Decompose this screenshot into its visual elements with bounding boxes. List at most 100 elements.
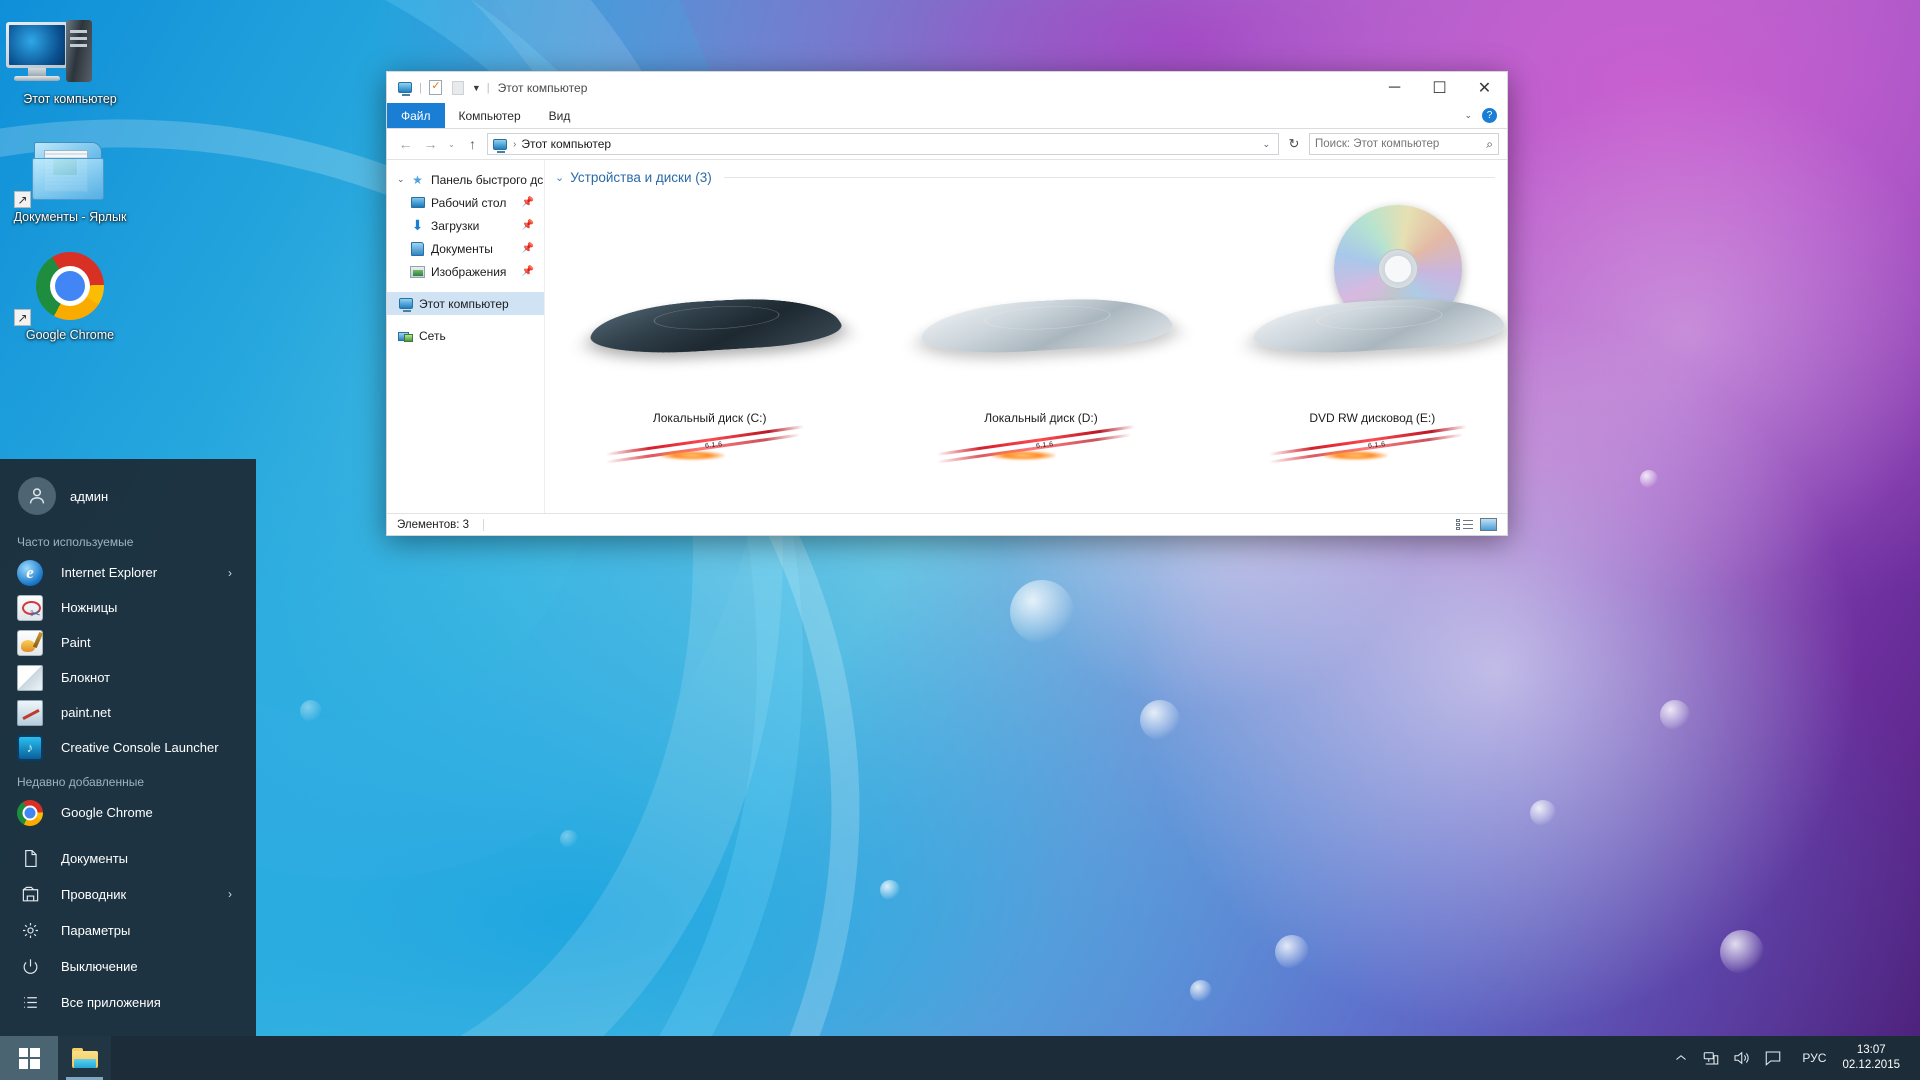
up-button[interactable]: ↑ [462, 134, 483, 155]
start-menu-item-all-apps[interactable]: Все приложения [0, 984, 256, 1020]
nav-item-pictures[interactable]: Изображения 📌 [387, 260, 544, 283]
search-box[interactable]: ⌕ [1309, 133, 1499, 155]
network-icon[interactable] [1696, 1036, 1726, 1080]
start-menu-item-label: Документы [61, 850, 129, 866]
view-mode-buttons [1456, 517, 1497, 532]
expand-ribbon-chevron-icon[interactable]: ⌄ [1464, 110, 1472, 121]
start-menu-item-notepad[interactable]: Блокнот [0, 660, 256, 695]
chevron-right-icon[interactable]: › [228, 887, 232, 901]
start-menu-item-internet-explorer[interactable]: e Internet Explorer › [0, 555, 256, 590]
close-button[interactable]: ✕ [1462, 72, 1507, 103]
drive-label: DVD RW дисковод (E:) [1309, 411, 1436, 425]
file-list-area[interactable]: ⌄ Устройства и диски (3) 6.1.6 Локальный… [545, 160, 1507, 513]
pin-icon[interactable]: 📌 [522, 266, 534, 277]
start-menu-item-google-chrome[interactable]: Google Chrome [0, 795, 256, 830]
pin-icon[interactable]: 📌 [522, 243, 534, 254]
show-hidden-icons-chevron[interactable] [1666, 1036, 1696, 1080]
frequent-apps-header: Часто используемые [17, 535, 134, 549]
toolbar-separator: | [486, 81, 490, 94]
drive-item-d[interactable]: 6.1.6 Локальный диск (D:) [906, 199, 1185, 464]
nav-item-downloads[interactable]: ⬇ Загрузки 📌 [387, 214, 544, 237]
notepad-icon [17, 664, 43, 691]
twisty-icon[interactable]: ⌄ [397, 174, 409, 185]
desktop-icon-google-chrome[interactable]: ↗ Google Chrome [0, 250, 140, 342]
drive-item-c[interactable]: 6.1.6 Локальный диск (C:) [575, 199, 854, 464]
properties-check-icon[interactable] [428, 79, 444, 96]
nav-item-network[interactable]: Сеть [387, 324, 544, 347]
drive-badge-text: 6.1.6 [1367, 441, 1386, 450]
drive-item-e[interactable]: 6.1.6 DVD RW дисковод (E:) [1238, 194, 1507, 464]
start-menu-item-documents[interactable]: Документы [0, 840, 256, 876]
taskbar: РУС 13:07 02.12.2015 [0, 1036, 1920, 1080]
user-avatar-icon [18, 477, 56, 515]
start-menu-item-paint[interactable]: Paint [0, 625, 256, 660]
chevron-right-icon[interactable]: › [228, 566, 232, 580]
dvd-drive-icon: 6.1.6 [1238, 194, 1507, 464]
desktop-icon-label: Google Chrome [25, 328, 115, 342]
desktop-icon-label: Документы - Ярлык [13, 210, 127, 224]
action-center-icon[interactable] [1756, 1036, 1790, 1080]
ribbon-tabs: Файл Компьютер Вид ⌄ ? [387, 103, 1507, 129]
start-menu-item-paintnet[interactable]: paint.net [0, 695, 256, 730]
nav-item-quick-access[interactable]: ⌄ ★ Панель быстрого дс [387, 168, 544, 191]
blank-icon[interactable] [450, 80, 466, 96]
large-icons-view-icon[interactable] [1480, 517, 1497, 532]
file-explorer-window: | ▼ | Этот компьютер ─ ☐ ✕ Файл Компьюте… [386, 71, 1508, 536]
start-button[interactable] [0, 1036, 58, 1080]
start-menu-item-settings[interactable]: Параметры [0, 912, 256, 948]
help-icon[interactable]: ? [1482, 108, 1497, 123]
start-menu: админ Часто используемые e Internet Expl… [0, 459, 256, 1036]
desktop-icon-computer[interactable]: Этот компьютер [0, 14, 140, 106]
start-menu-item-label: Выключение [61, 958, 138, 974]
chevron-down-icon[interactable]: ▼ [472, 83, 481, 93]
start-menu-item-snipping-tool[interactable]: Ножницы [0, 590, 256, 625]
all-apps-icon [17, 989, 43, 1015]
forward-button[interactable]: → [420, 134, 441, 155]
tab-computer[interactable]: Компьютер [445, 103, 535, 128]
pin-icon[interactable]: 📌 [522, 197, 534, 208]
window-title-bar[interactable]: | ▼ | Этот компьютер ─ ☐ ✕ [387, 72, 1507, 103]
refresh-button[interactable]: ↻ [1283, 133, 1305, 155]
minimize-button[interactable]: ─ [1372, 72, 1417, 103]
nav-item-label: Загрузки [431, 218, 480, 233]
computer-icon [0, 14, 140, 92]
details-view-icon[interactable] [1456, 517, 1473, 532]
start-menu-item-power[interactable]: Выключение [0, 948, 256, 984]
language-indicator[interactable]: РУС [1790, 1051, 1838, 1065]
group-header-devices-and-drives[interactable]: ⌄ Устройства и диски (3) [545, 160, 1507, 185]
documents-icon [409, 241, 426, 256]
power-icon [17, 953, 43, 979]
drive-badge-text: 6.1.6 [704, 441, 723, 450]
clock[interactable]: 13:07 02.12.2015 [1838, 1043, 1914, 1073]
start-menu-item-label: Блокнот [61, 670, 111, 685]
address-dropdown-icon[interactable]: ⌄ [1262, 139, 1274, 150]
search-icon[interactable]: ⌕ [1486, 137, 1493, 152]
nav-item-desktop[interactable]: Рабочий стол 📌 [387, 191, 544, 214]
group-twisty-icon[interactable]: ⌄ [555, 171, 564, 184]
back-button[interactable]: ← [395, 134, 416, 155]
tab-file[interactable]: Файл [387, 103, 445, 128]
breadcrumb-item[interactable]: Этот компьютер [521, 137, 611, 151]
start-menu-divider [0, 830, 256, 840]
volume-icon[interactable] [1726, 1036, 1756, 1080]
creative-console-icon: ♪ [17, 734, 43, 761]
maximize-button[interactable]: ☐ [1417, 72, 1462, 103]
system-tray: РУС 13:07 02.12.2015 [1666, 1036, 1920, 1080]
search-input[interactable] [1315, 138, 1487, 150]
desktop-icon-documents-shortcut[interactable]: ↗ Документы - Ярлык [0, 132, 140, 224]
nav-item-this-pc[interactable]: Этот компьютер [387, 292, 544, 315]
start-menu-item-file-explorer[interactable]: Проводник › [0, 876, 256, 912]
tab-view[interactable]: Вид [535, 103, 585, 128]
pin-icon[interactable]: 📌 [522, 220, 534, 231]
nav-item-documents[interactable]: Документы 📌 [387, 237, 544, 260]
taskbar-item-file-explorer[interactable] [58, 1036, 111, 1080]
address-bar[interactable]: › Этот компьютер ⌄ [487, 133, 1279, 155]
status-separator [483, 518, 485, 531]
clock-time: 13:07 [1856, 1044, 1886, 1056]
start-menu-item-creative-console-launcher[interactable]: ♪ Creative Console Launcher [0, 730, 256, 765]
snipping-tool-icon [17, 594, 43, 622]
address-toolbar: ← → ⌄ ↑ › Этот компьютер ⌄ ↻ ⌕ [387, 129, 1507, 159]
start-menu-user[interactable]: админ [0, 459, 256, 525]
computer-icon[interactable] [397, 80, 413, 96]
recent-locations-icon[interactable]: ⌄ [445, 140, 458, 149]
